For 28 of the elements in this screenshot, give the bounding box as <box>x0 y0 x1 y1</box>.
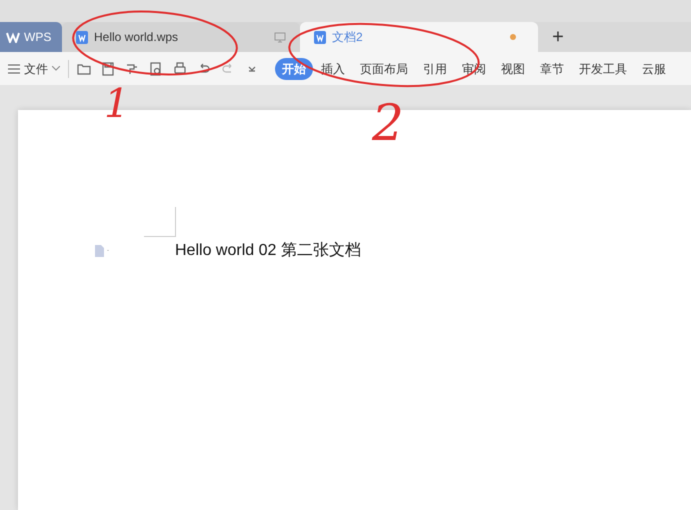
folder-icon[interactable] <box>77 62 91 76</box>
print-icon[interactable] <box>173 62 187 76</box>
document-icon <box>314 30 326 44</box>
ribbon-tab[interactable]: 页面布局 <box>353 58 415 80</box>
document-text: Hello world 02 第二张文档 <box>175 240 361 261</box>
app-button[interactable]: WPS <box>0 22 62 52</box>
file-menu[interactable]: 文件 <box>8 60 60 78</box>
chevron-icon <box>52 66 60 71</box>
ribbon-tab[interactable]: 引用 <box>416 58 454 80</box>
document-tab[interactable]: 文档2 <box>300 22 538 52</box>
format-painter-icon[interactable] <box>125 62 139 76</box>
annotation-number: 2 <box>372 93 404 154</box>
print-preview-icon[interactable] <box>149 62 163 76</box>
logo-icon <box>6 32 20 42</box>
tab-title: 文档2 <box>332 29 364 46</box>
ribbon-tab[interactable]: 开发工具 <box>572 58 634 80</box>
ribbon-tab[interactable]: 章节 <box>533 58 571 80</box>
margin-corner-mark <box>144 207 176 237</box>
save-icon[interactable] <box>101 62 115 76</box>
document-icon <box>76 30 88 44</box>
annotation-number: 1 <box>104 80 130 129</box>
tab-title: Hello world.wps <box>94 29 180 46</box>
document-tab[interactable]: Hello world.wps <box>62 22 300 52</box>
ribbon-tab[interactable]: 开始 <box>275 58 313 80</box>
new-tab-button[interactable]: + <box>538 22 578 52</box>
ribbon-tab[interactable]: 云服 <box>635 58 673 80</box>
menu-icon <box>8 64 20 74</box>
ribbon-tab[interactable]: 视图 <box>494 58 532 80</box>
